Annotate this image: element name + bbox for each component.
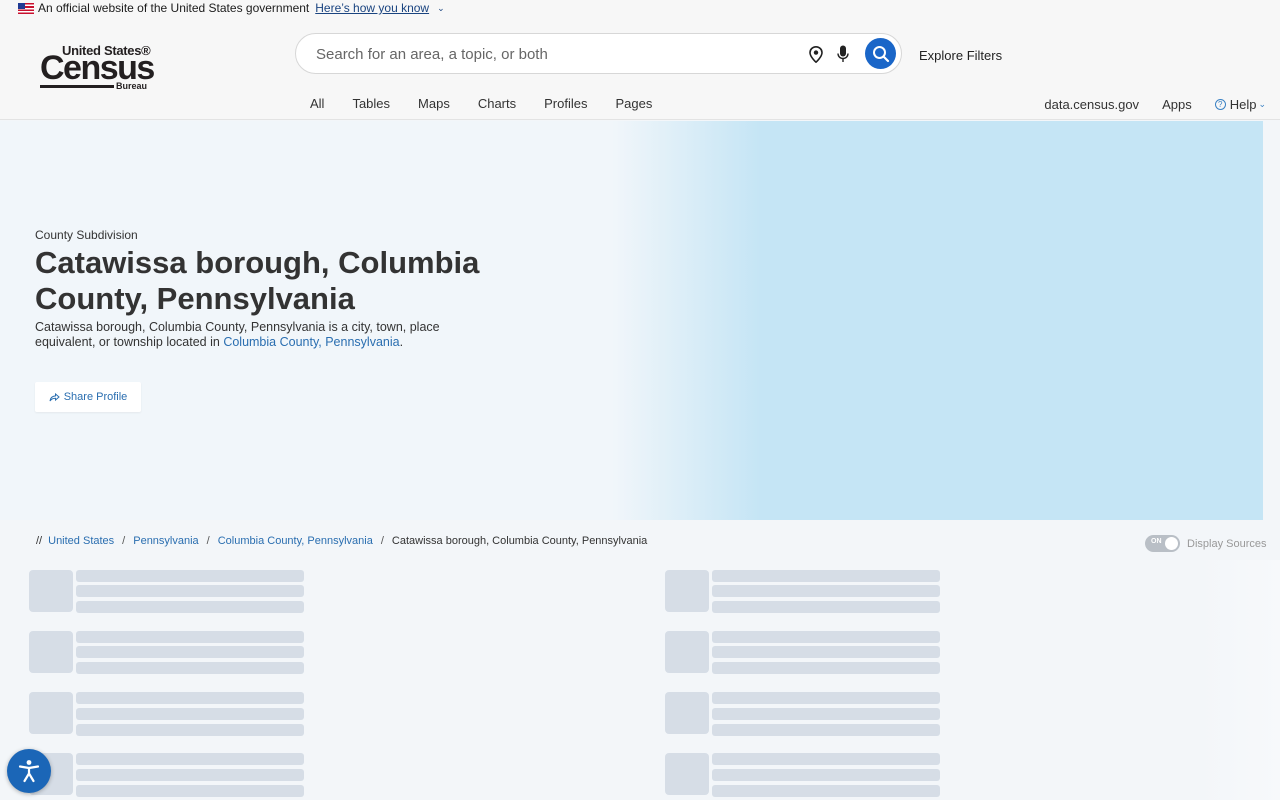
search-input[interactable] [316,43,786,65]
apps-link[interactable]: Apps [1162,97,1192,112]
loading-skeleton [665,692,941,737]
tab-maps[interactable]: Maps [418,96,450,111]
heres-how-you-know-link[interactable]: Here’s how you know [315,1,429,15]
us-flag-icon [18,2,34,14]
help-label: Help [1229,97,1257,112]
loading-skeleton [29,631,305,676]
chevron-down-icon: ⌄ [1258,99,1266,109]
loading-skeleton [665,570,941,615]
gov-banner-text: An official website of the United States… [38,1,310,15]
tab-all[interactable]: All [310,96,324,111]
content-edge-fade [1200,560,1280,800]
loading-skeleton [29,570,305,615]
breadcrumb-united-states[interactable]: United States [48,535,114,547]
explore-filters-button[interactable]: Explore Filters [919,48,1002,63]
share-profile-label: Share Profile [63,391,128,403]
breadcrumb-current: Catawissa borough, Columbia County, Penn… [391,535,648,547]
search-button[interactable] [865,38,896,69]
logo-line-bureau: Bureau [116,81,148,91]
loading-skeleton [665,631,941,676]
loading-skeleton [29,753,305,798]
breadcrumb: // United States / Pennsylvania / Columb… [36,535,647,547]
search-type-tabs: All Tables Maps Charts Profiles Pages [310,96,680,111]
census-logo[interactable]: United States® Census Bureau [40,43,156,91]
help-icon: ? [1214,99,1226,110]
display-sources-label: Display Sources [1187,537,1267,550]
columbia-county-link[interactable]: Columbia County [223,335,318,349]
help-menu[interactable]: ? Help ⌄ [1214,97,1266,112]
breadcrumb-separator: / [122,535,126,547]
profile-hero: County Subdivision Catawissa borough, Co… [0,121,1263,520]
display-sources-toggle-group: ON Display Sources [1145,535,1266,552]
page-title: Catawissa borough, Columbia County, Penn… [35,245,480,316]
microphone-icon[interactable] [837,45,849,63]
site-header: United States® Census Bureau Explore Fil… [0,16,1280,120]
geography-type: County Subdivision [35,228,138,242]
description-period: . [399,335,404,349]
tab-pages[interactable]: Pages [615,96,652,111]
utility-nav: data.census.gov Apps ? Help ⌄ [1021,97,1266,112]
location-pin-icon[interactable] [809,46,823,63]
breadcrumb-separator: / [380,535,384,547]
tab-profiles[interactable]: Profiles [544,96,587,111]
loading-skeleton [29,692,305,737]
search-bar [295,33,902,74]
accessibility-button[interactable] [7,749,51,793]
share-profile-button[interactable]: Share Profile [35,382,141,412]
breadcrumb-columbia-county[interactable]: Columbia County, Pennsylvania [218,535,373,547]
share-icon [49,392,60,401]
gov-banner: An official website of the United States… [0,0,1280,16]
data-census-gov-link[interactable]: data.census.gov [1044,97,1139,112]
tab-charts[interactable]: Charts [478,96,516,111]
breadcrumb-pennsylvania[interactable]: Pennsylvania [133,535,198,547]
breadcrumb-separator: / [206,535,210,547]
logo-underline [40,85,114,88]
profile-description: Catawissa borough, Columbia County, Penn… [35,320,475,350]
pennsylvania-link[interactable]: Pennsylvania [325,335,399,349]
logo-line-census: Census [40,49,155,87]
tab-tables[interactable]: Tables [352,96,390,111]
toggle-knob [1165,537,1178,550]
breadcrumb-prefix: // [36,535,43,547]
accessibility-icon [18,760,40,783]
display-sources-toggle[interactable]: ON [1145,535,1180,552]
chevron-down-icon[interactable]: ⌄ [437,3,445,14]
search-icon [872,45,889,62]
toggle-state: ON [1151,538,1162,545]
loading-skeleton [665,753,941,798]
